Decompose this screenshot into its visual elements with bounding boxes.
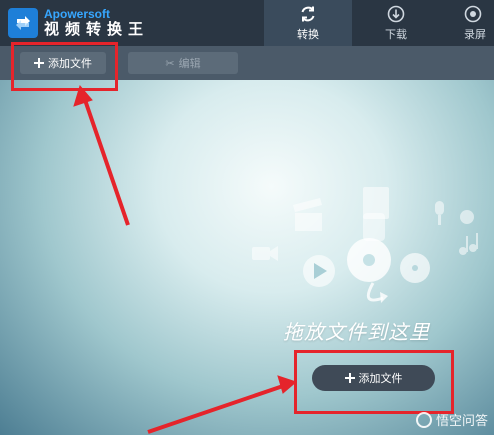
- refresh-icon: [299, 5, 317, 23]
- brand-name: Apowersoft: [44, 7, 110, 21]
- watermark-logo-icon: [415, 411, 432, 428]
- annotation-highlight-main-button: [294, 350, 454, 414]
- tab-record-label: 录屏: [464, 27, 486, 41]
- main-tabs: 转换 下载 录屏: [264, 0, 494, 46]
- tab-convert[interactable]: 转换: [264, 0, 352, 46]
- site-watermark: 悟空问答: [415, 410, 488, 429]
- drop-hint-text: 拖放文件到这里: [283, 320, 430, 344]
- annotation-highlight-toolbar: [11, 42, 118, 91]
- watermark-text: 悟空问答: [435, 414, 488, 429]
- toolbar-edit-button[interactable]: ✂ 编辑: [128, 52, 238, 74]
- app-logo-icon: [8, 8, 38, 38]
- brand: Apowersoft 视频转换王: [8, 6, 149, 40]
- title-bar: Apowersoft 视频转换王 转换 下载 录屏: [0, 0, 494, 46]
- scissors-icon: ✂: [165, 56, 175, 70]
- download-icon: [387, 5, 405, 23]
- app-window: Apowersoft 视频转换王 转换 下载 录屏 添加文件 ✂ 编辑 拖放文件…: [0, 0, 494, 435]
- tab-convert-label: 转换: [297, 27, 319, 41]
- toolbar-edit-label: 编辑: [178, 57, 201, 70]
- tab-download-label: 下载: [385, 27, 407, 41]
- app-title: 视频转换王: [44, 20, 150, 38]
- tab-record[interactable]: 录屏: [440, 0, 494, 46]
- brand-text: Apowersoft 视频转换王: [44, 8, 149, 38]
- record-icon: [464, 5, 482, 23]
- tab-download[interactable]: 下载: [352, 0, 440, 46]
